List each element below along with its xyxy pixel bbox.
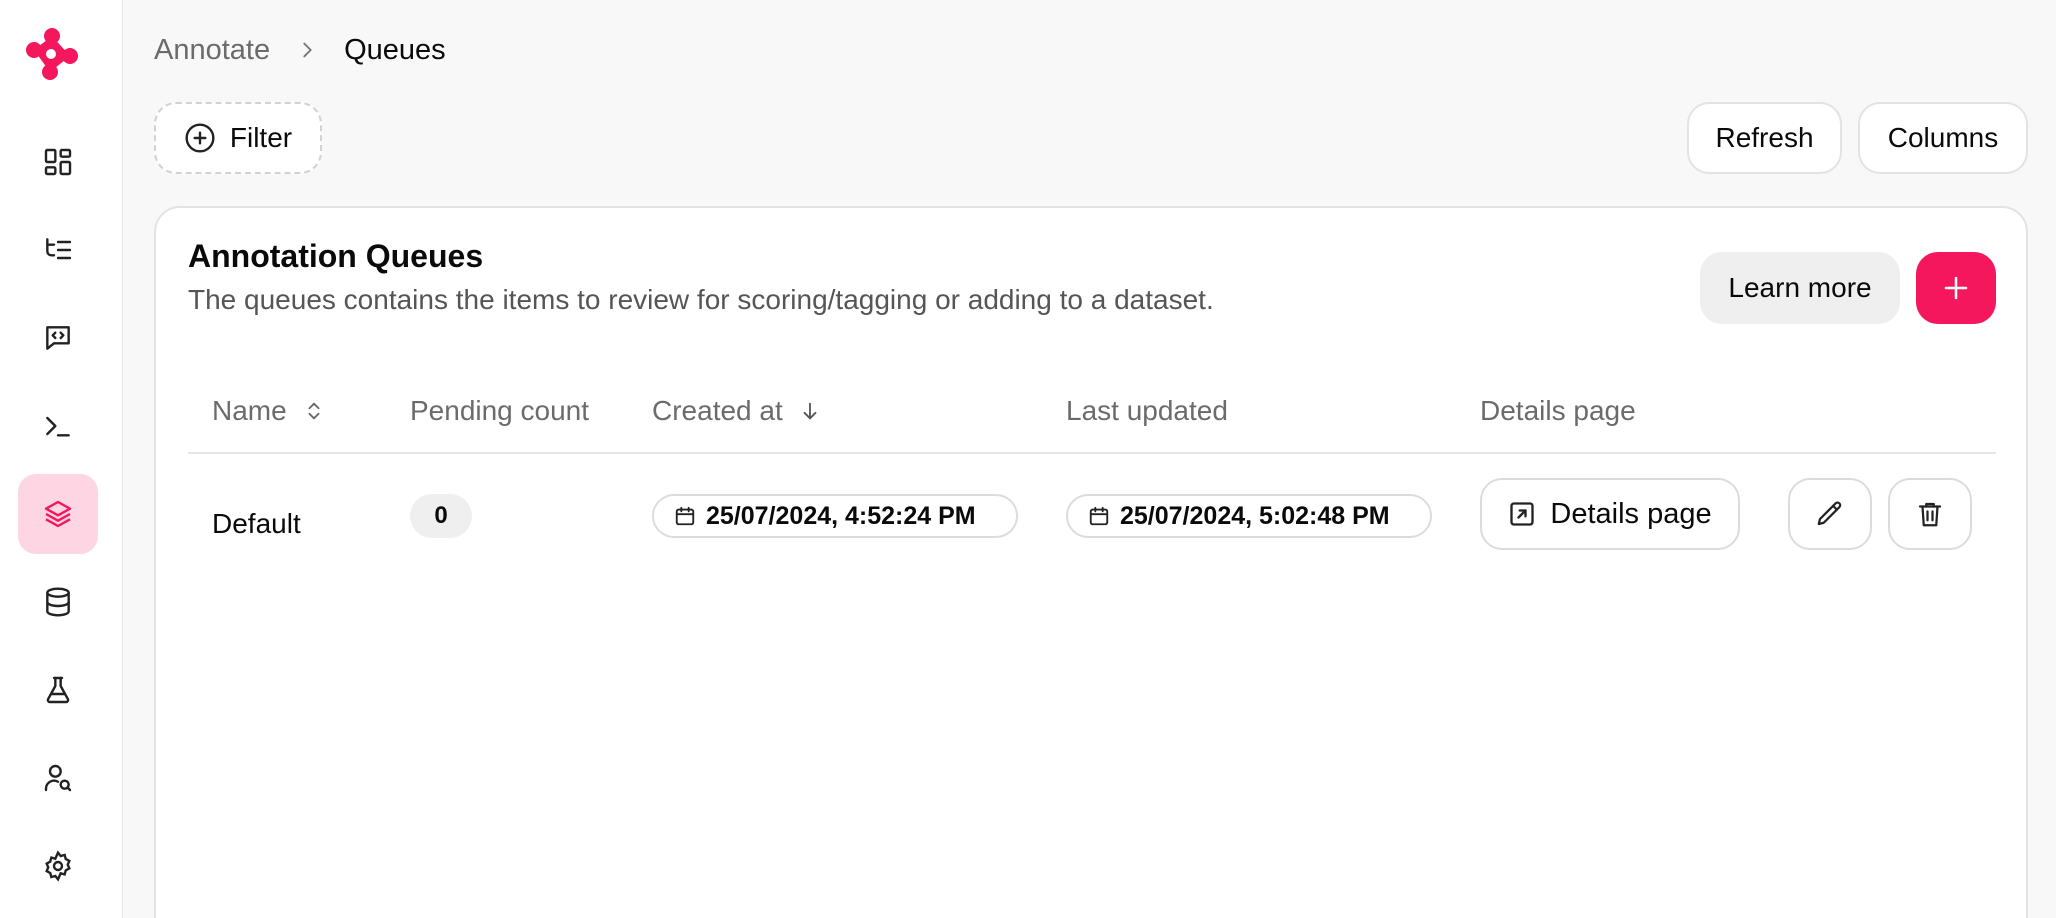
details-page-button[interactable]: Details page — [1480, 478, 1740, 550]
plus-circle-icon — [185, 123, 215, 153]
trash-icon — [1918, 502, 1942, 527]
learn-more-button[interactable]: Learn more — [1700, 252, 1900, 324]
created-at-pill: 25/07/2024, 4:52:24 PM — [652, 494, 1018, 538]
flask-icon — [46, 676, 70, 704]
sidebar-item-prompts[interactable] — [18, 298, 98, 378]
pencil-icon — [1817, 501, 1842, 526]
breadcrumb-annotate-link[interactable]: Annotate — [154, 34, 270, 67]
queue-name-cell[interactable]: Default — [212, 494, 301, 554]
filter-label: Filter — [229, 122, 293, 153]
annotation-queues-card: Annotation Queues The queues contains th… — [154, 206, 2028, 918]
user-search-icon — [44, 764, 72, 792]
sidebar-item-playground[interactable] — [18, 386, 98, 466]
card-title: Annotation Queues — [188, 238, 484, 274]
details-page-label: Details page — [1550, 497, 1712, 530]
plus-icon — [1944, 276, 1968, 300]
dashboard-icon — [44, 148, 72, 176]
column-header-label: Created at — [652, 395, 783, 426]
chevron-right-icon — [303, 42, 313, 58]
filter-button[interactable]: Filter — [154, 102, 322, 174]
column-header-last-updated[interactable]: Last updated — [1066, 386, 1228, 436]
columns-button[interactable]: Columns — [1858, 102, 2028, 174]
calendar-icon — [675, 506, 695, 526]
last-updated-value: 25/07/2024, 5:02:48 PM — [1120, 501, 1390, 530]
sidebar-item-annotation-queues[interactable] — [18, 474, 98, 554]
edit-button[interactable] — [1788, 478, 1872, 550]
column-header-label: Details page — [1480, 395, 1636, 426]
sidebar-item-evaluations[interactable] — [18, 650, 98, 730]
sidebar-item-dashboard[interactable] — [18, 122, 98, 202]
terminal-icon — [46, 416, 70, 437]
table-divider — [188, 452, 1996, 454]
column-header-name[interactable]: Name — [212, 386, 325, 436]
delete-button[interactable] — [1888, 478, 1972, 550]
calendar-icon — [1089, 506, 1109, 526]
column-header-pending-count[interactable]: Pending count — [410, 386, 589, 436]
database-icon — [46, 587, 70, 617]
external-link-square-icon — [1510, 502, 1535, 526]
sidebar — [0, 0, 123, 918]
card-description: The queues contains the items to review … — [188, 284, 1214, 315]
last-updated-pill: 25/07/2024, 5:02:48 PM — [1066, 494, 1432, 538]
layers-icon — [44, 500, 72, 528]
refresh-button[interactable]: Refresh — [1687, 102, 1842, 174]
add-queue-button[interactable] — [1916, 252, 1996, 324]
list-tree-icon — [46, 238, 72, 260]
column-header-details-page[interactable]: Details page — [1480, 386, 1636, 436]
message-code-icon — [46, 326, 70, 350]
sidebar-item-settings[interactable] — [18, 826, 98, 906]
column-header-label: Name — [212, 395, 287, 426]
column-header-label: Pending count — [410, 395, 590, 426]
column-header-label: Last updated — [1066, 395, 1228, 426]
gear-icon — [45, 850, 71, 882]
breadcrumb: Annotate Queues — [154, 30, 446, 70]
sort-icon — [308, 402, 320, 420]
sidebar-item-users[interactable] — [18, 738, 98, 818]
column-header-created-at[interactable]: Created at — [652, 386, 821, 436]
pending-count-badge: 0 — [410, 494, 472, 538]
sidebar-item-traces[interactable] — [18, 210, 98, 290]
created-at-value: 25/07/2024, 4:52:24 PM — [706, 501, 976, 530]
sidebar-item-datasets[interactable] — [18, 562, 98, 642]
breadcrumb-current: Queues — [344, 33, 446, 66]
arrow-down-icon — [803, 402, 817, 420]
app-logo-icon[interactable] — [22, 26, 82, 86]
